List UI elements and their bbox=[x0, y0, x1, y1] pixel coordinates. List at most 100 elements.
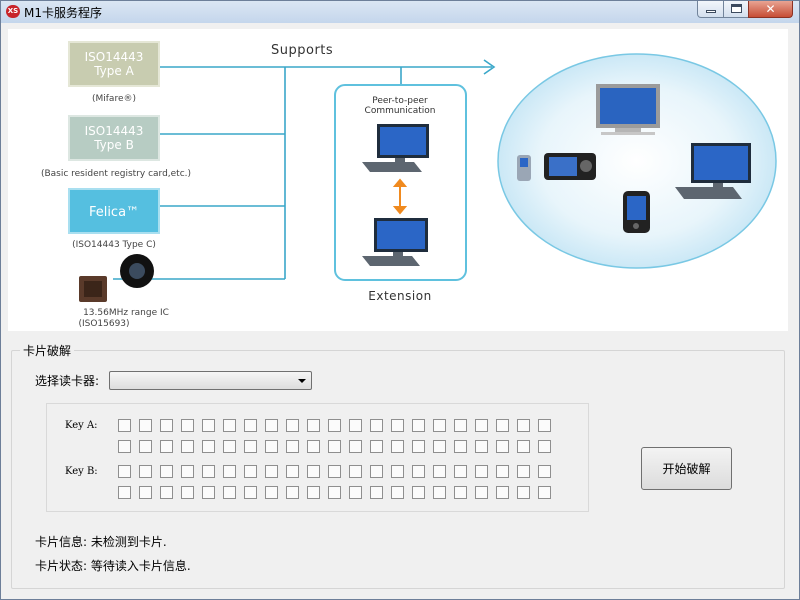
key-a-byte-field[interactable] bbox=[118, 419, 131, 432]
key-a-byte-field[interactable] bbox=[349, 440, 362, 453]
key-a-byte-field[interactable] bbox=[244, 440, 257, 453]
key-a-byte-field[interactable] bbox=[454, 440, 467, 453]
p2p-title-line1: Peer-to-peer bbox=[372, 96, 428, 106]
key-b-byte-field[interactable] bbox=[202, 465, 215, 478]
key-b-byte-field[interactable] bbox=[202, 486, 215, 499]
key-a-byte-field[interactable] bbox=[328, 440, 341, 453]
key-a-byte-field[interactable] bbox=[496, 419, 509, 432]
key-b-byte-field[interactable] bbox=[328, 486, 341, 499]
key-b-byte-field[interactable] bbox=[328, 465, 341, 478]
key-a-byte-field[interactable] bbox=[538, 440, 551, 453]
card-type-b-caption: (Basic resident registry card,etc.) bbox=[41, 169, 191, 179]
key-a-byte-field[interactable] bbox=[454, 419, 467, 432]
key-a-byte-field[interactable] bbox=[496, 440, 509, 453]
key-b-byte-field[interactable] bbox=[181, 465, 194, 478]
app-icon: XS bbox=[6, 5, 20, 18]
key-a-byte-field[interactable] bbox=[475, 440, 488, 453]
key-b-byte-field[interactable] bbox=[412, 465, 425, 478]
key-b-byte-field[interactable] bbox=[538, 465, 551, 478]
key-b-byte-field[interactable] bbox=[391, 486, 404, 499]
key-b-byte-field[interactable] bbox=[139, 465, 152, 478]
minimize-button[interactable] bbox=[697, 1, 724, 18]
key-a-byte-field[interactable] bbox=[160, 440, 173, 453]
key-a-byte-field[interactable] bbox=[328, 419, 341, 432]
key-a-byte-field[interactable] bbox=[265, 419, 278, 432]
card-felica-caption: (ISO14443 Type C) bbox=[72, 240, 156, 250]
key-b-byte-field[interactable] bbox=[349, 486, 362, 499]
ic-caption-line2: (ISO15693) bbox=[78, 319, 129, 329]
key-b-byte-field[interactable] bbox=[265, 486, 278, 499]
key-b-byte-field[interactable] bbox=[244, 486, 257, 499]
minimize-icon bbox=[706, 10, 716, 13]
key-b-byte-field[interactable] bbox=[475, 486, 488, 499]
key-b-byte-field[interactable] bbox=[412, 486, 425, 499]
key-b-byte-field[interactable] bbox=[517, 465, 530, 478]
key-b-byte-field[interactable] bbox=[160, 465, 173, 478]
key-b-byte-field[interactable] bbox=[118, 486, 131, 499]
reader-select[interactable] bbox=[109, 371, 312, 390]
key-a-byte-field[interactable] bbox=[202, 440, 215, 453]
key-a-byte-field[interactable] bbox=[538, 419, 551, 432]
key-b-byte-field[interactable] bbox=[433, 486, 446, 499]
key-a-byte-field[interactable] bbox=[517, 440, 530, 453]
key-b-byte-field[interactable] bbox=[160, 486, 173, 499]
key-b-byte-field[interactable] bbox=[517, 486, 530, 499]
maximize-icon bbox=[731, 4, 742, 13]
key-b-byte-field[interactable] bbox=[286, 465, 299, 478]
key-b-byte-field[interactable] bbox=[496, 465, 509, 478]
key-a-byte-field[interactable] bbox=[181, 440, 194, 453]
peer-to-peer-box: Peer-to-peer Communication bbox=[334, 84, 467, 281]
key-b-byte-field[interactable] bbox=[454, 486, 467, 499]
key-a-byte-field[interactable] bbox=[139, 419, 152, 432]
key-b-byte-field[interactable] bbox=[391, 465, 404, 478]
key-b-byte-field[interactable] bbox=[496, 486, 509, 499]
key-a-byte-field[interactable] bbox=[286, 440, 299, 453]
key-b-byte-field[interactable] bbox=[370, 486, 383, 499]
key-a-byte-field[interactable] bbox=[307, 419, 320, 432]
key-b-byte-field[interactable] bbox=[538, 486, 551, 499]
key-a-byte-field[interactable] bbox=[202, 419, 215, 432]
key-a-byte-field[interactable] bbox=[160, 419, 173, 432]
key-a-byte-field[interactable] bbox=[475, 419, 488, 432]
key-b-byte-field[interactable] bbox=[244, 465, 257, 478]
key-a-byte-field[interactable] bbox=[223, 440, 236, 453]
smartphone-icon bbox=[623, 191, 650, 233]
key-a-byte-field[interactable] bbox=[412, 440, 425, 453]
key-b-byte-field[interactable] bbox=[454, 465, 467, 478]
key-a-byte-field[interactable] bbox=[433, 440, 446, 453]
key-b-byte-field[interactable] bbox=[286, 486, 299, 499]
key-b-byte-field[interactable] bbox=[223, 465, 236, 478]
key-b-byte-field[interactable] bbox=[475, 465, 488, 478]
key-b-byte-field[interactable] bbox=[370, 465, 383, 478]
title-bar[interactable]: XS M1卡服务程序 ✕ bbox=[1, 1, 799, 23]
key-a-byte-field[interactable] bbox=[370, 440, 383, 453]
key-a-byte-field[interactable] bbox=[349, 419, 362, 432]
card-type-a-line1: ISO14443 bbox=[85, 50, 144, 64]
key-b-byte-field[interactable] bbox=[223, 486, 236, 499]
key-b-byte-field[interactable] bbox=[307, 465, 320, 478]
key-b-byte-field[interactable] bbox=[349, 465, 362, 478]
key-a-byte-field[interactable] bbox=[139, 440, 152, 453]
maximize-button[interactable] bbox=[723, 1, 749, 18]
key-b-byte-field[interactable] bbox=[265, 465, 278, 478]
key-b-byte-field[interactable] bbox=[433, 465, 446, 478]
key-a-byte-field[interactable] bbox=[391, 440, 404, 453]
close-button[interactable]: ✕ bbox=[748, 1, 793, 18]
key-a-byte-field[interactable] bbox=[265, 440, 278, 453]
key-b-byte-field[interactable] bbox=[118, 465, 131, 478]
start-crack-button[interactable]: 开始破解 bbox=[641, 447, 732, 490]
key-b-byte-field[interactable] bbox=[139, 486, 152, 499]
key-a-byte-field[interactable] bbox=[181, 419, 194, 432]
key-a-byte-field[interactable] bbox=[412, 419, 425, 432]
key-a-byte-field[interactable] bbox=[517, 419, 530, 432]
key-a-byte-field[interactable] bbox=[370, 419, 383, 432]
key-b-byte-field[interactable] bbox=[307, 486, 320, 499]
key-a-byte-field[interactable] bbox=[118, 440, 131, 453]
key-a-byte-field[interactable] bbox=[223, 419, 236, 432]
key-a-byte-field[interactable] bbox=[433, 419, 446, 432]
key-a-byte-field[interactable] bbox=[286, 419, 299, 432]
key-a-byte-field[interactable] bbox=[307, 440, 320, 453]
key-a-byte-field[interactable] bbox=[391, 419, 404, 432]
key-a-byte-field[interactable] bbox=[244, 419, 257, 432]
key-b-byte-field[interactable] bbox=[181, 486, 194, 499]
